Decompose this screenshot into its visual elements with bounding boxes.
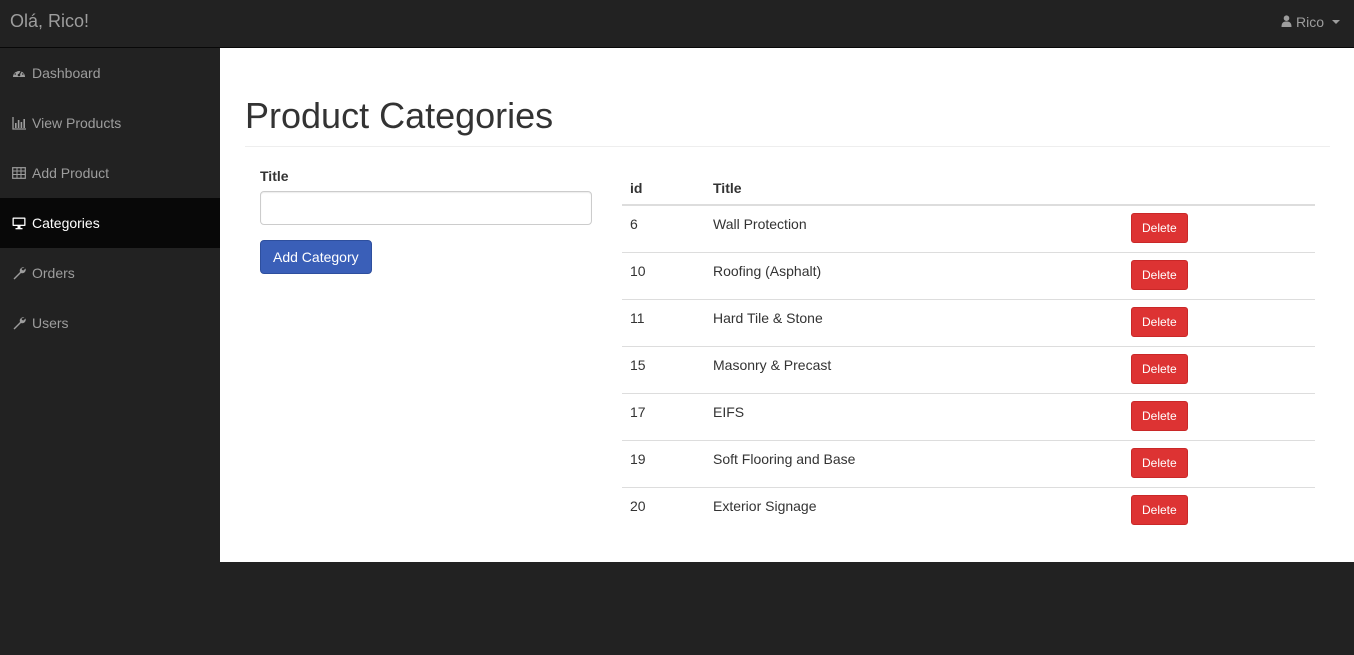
user-icon bbox=[1281, 14, 1292, 30]
sidebar-item-users[interactable]: Users bbox=[0, 298, 220, 348]
main-content: Product Categories Title Add Category id… bbox=[220, 48, 1354, 562]
cell-id: 6 bbox=[630, 216, 638, 232]
cell-actions: Delete bbox=[1123, 251, 1315, 299]
table-row: 17 EIFS Delete bbox=[622, 392, 1315, 440]
sidebar-item-label: Categories bbox=[32, 215, 100, 231]
user-menu-dropdown[interactable]: Rico bbox=[1281, 14, 1340, 30]
title-field-label: Title bbox=[260, 168, 289, 184]
table-row: 15 Masonry & Precast Delete bbox=[622, 345, 1315, 393]
bar-chart-icon bbox=[11, 116, 27, 130]
header-title: Title bbox=[705, 171, 1123, 206]
delete-button[interactable]: Delete bbox=[1131, 447, 1188, 478]
add-category-button[interactable]: Add Category bbox=[260, 240, 372, 274]
user-name: Rico bbox=[1295, 14, 1324, 30]
sidebar-item-label: View Products bbox=[32, 115, 122, 131]
desktop-icon bbox=[11, 216, 27, 230]
table-header-row: id Title bbox=[622, 171, 1315, 206]
cell-id: 17 bbox=[622, 392, 705, 440]
delete-button[interactable]: Delete bbox=[1131, 213, 1188, 243]
sidebar-item-label: Orders bbox=[32, 265, 75, 281]
sidebar-item-categories[interactable]: Categories bbox=[0, 198, 220, 248]
cell-actions: Delete bbox=[1123, 345, 1315, 393]
header-id: id bbox=[622, 171, 705, 206]
brand-greeting[interactable]: Olá, Rico! bbox=[10, 11, 89, 32]
cell-title: Soft Flooring and Base bbox=[705, 439, 1123, 487]
delete-button[interactable]: Delete bbox=[1131, 259, 1188, 290]
cell-title: Hard Tile & Stone bbox=[705, 298, 1123, 346]
cell-title: Masonry & Precast bbox=[705, 345, 1123, 393]
cell-title: Exterior Signage bbox=[705, 486, 1123, 534]
cell-title: Wall Protection bbox=[713, 216, 807, 232]
table-row: 19 Soft Flooring and Base Delete bbox=[622, 439, 1315, 487]
top-navbar: Olá, Rico! Rico bbox=[0, 0, 1354, 48]
delete-button[interactable]: Delete bbox=[1131, 494, 1188, 525]
sidebar-item-dashboard[interactable]: Dashboard bbox=[0, 48, 220, 98]
sidebar-nav: Dashboard View Products Add Product Cate… bbox=[0, 48, 220, 348]
page-title: Product Categories bbox=[245, 95, 554, 136]
categories-table: id Title 6 Wall Protection Delete 10 Roo… bbox=[622, 171, 1315, 534]
sidebar-item-add-product[interactable]: Add Product bbox=[0, 148, 220, 198]
sidebar-item-label: Add Product bbox=[32, 165, 110, 181]
table-row: 10 Roofing (Asphalt) Delete bbox=[622, 251, 1315, 299]
table-icon bbox=[11, 166, 27, 180]
caret-down-icon bbox=[1332, 20, 1340, 24]
cell-actions: Delete bbox=[1123, 298, 1315, 346]
cell-title: EIFS bbox=[705, 392, 1123, 440]
cell-actions: Delete bbox=[1123, 486, 1315, 534]
delete-button[interactable]: Delete bbox=[1131, 306, 1188, 337]
title-divider bbox=[245, 146, 1330, 147]
cell-id: 10 bbox=[622, 251, 705, 299]
sidebar-item-label: Dashboard bbox=[32, 65, 101, 81]
sidebar-item-view-products[interactable]: View Products bbox=[0, 98, 220, 148]
delete-button[interactable]: Delete bbox=[1131, 400, 1188, 431]
wrench-icon bbox=[11, 316, 27, 330]
table-row: 20 Exterior Signage Delete bbox=[622, 486, 1315, 534]
categories-table-container: id Title 6 Wall Protection Delete 10 Roo… bbox=[622, 171, 1315, 534]
header-actions bbox=[1123, 171, 1315, 206]
cell-title: Roofing (Asphalt) bbox=[705, 251, 1123, 299]
table-row: 6 Wall Protection Delete bbox=[622, 205, 1315, 252]
table-row: 11 Hard Tile & Stone Delete bbox=[622, 298, 1315, 346]
wrench-icon bbox=[11, 266, 27, 280]
sidebar-item-label: Users bbox=[32, 315, 69, 331]
delete-button[interactable]: Delete bbox=[1131, 353, 1188, 384]
dashboard-icon bbox=[11, 66, 27, 80]
cell-actions: Delete bbox=[1123, 205, 1315, 252]
cell-actions: Delete bbox=[1123, 439, 1315, 487]
cell-id: 11 bbox=[622, 298, 705, 346]
sidebar-item-orders[interactable]: Orders bbox=[0, 248, 220, 298]
cell-id: 15 bbox=[622, 345, 705, 393]
title-input[interactable] bbox=[260, 191, 592, 225]
cell-id: 20 bbox=[622, 486, 705, 534]
add-category-form: Title Add Category bbox=[260, 168, 592, 274]
cell-actions: Delete bbox=[1123, 392, 1315, 440]
cell-id: 19 bbox=[622, 439, 705, 487]
